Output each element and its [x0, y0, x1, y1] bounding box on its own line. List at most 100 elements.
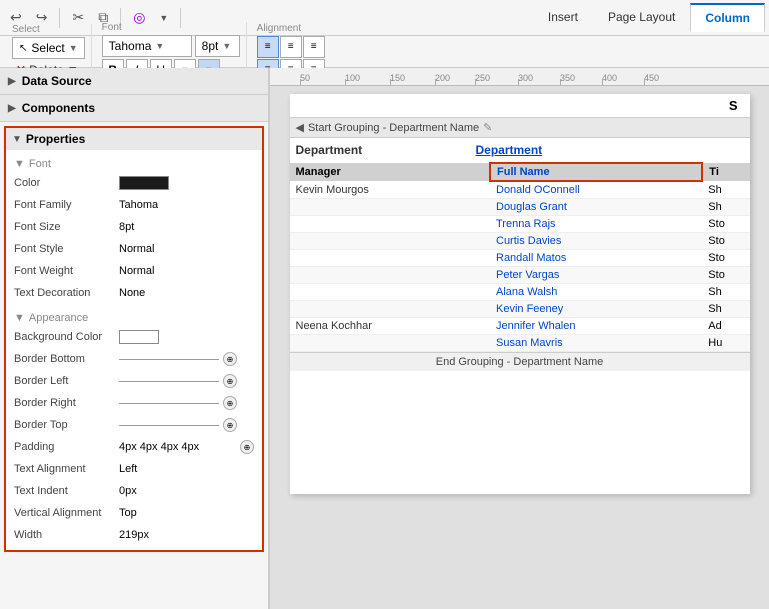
cell-fullname: Peter Vargas — [490, 267, 702, 284]
padding-label: Padding — [14, 441, 119, 453]
data-source-header[interactable]: ▶ Data Source — [0, 68, 268, 94]
ruler-tick-100 — [345, 79, 346, 85]
header-text: S — [729, 98, 742, 113]
select-dropdown[interactable]: ↖ Select ▼ — [12, 37, 85, 59]
border-bottom-label: Border Bottom — [14, 353, 119, 365]
group-header: ◀ Start Grouping - Department Name ✎ — [290, 117, 750, 138]
properties-title: ▼ Properties — [6, 128, 262, 150]
cell-fullname: Jennifer Whalen — [490, 318, 702, 335]
bg-color-swatch[interactable] — [119, 330, 159, 344]
font-value: Tahoma — [109, 39, 152, 53]
cell-manager — [290, 216, 491, 233]
font-arrow: ▼ — [155, 41, 164, 51]
border-right-controls: ⊕ — [119, 396, 237, 410]
end-group-row: End Grouping - Department Name — [290, 352, 750, 371]
align-right-top[interactable]: ≡ — [303, 36, 325, 58]
cell-title: Ad — [702, 318, 749, 335]
cell-fullname: Kevin Feeney — [490, 301, 702, 318]
table-row: Alana Walsh Sh — [290, 284, 750, 301]
col-fullname[interactable]: Full Name — [490, 163, 702, 181]
ruler-mark-50: 50 — [300, 73, 310, 83]
font-family-row: Font Family Tahoma — [10, 194, 258, 216]
properties-panel: ▼ Properties ▼ Font Color Font Family Ta… — [4, 126, 264, 552]
dept-col1: Department — [290, 140, 470, 160]
select-controls: ↖ Select ▼ — [12, 37, 85, 59]
padding-row: Padding 4px 4px 4px 4px ⊕ — [10, 436, 258, 458]
text-decoration-value: None — [119, 287, 254, 299]
font-group-header: ▼ Font — [10, 154, 258, 172]
cell-title: Sh — [702, 181, 749, 199]
components-label: Components — [22, 101, 95, 115]
align-left-top[interactable]: ≡ — [257, 36, 279, 58]
appearance-group-header: ▼ Appearance — [10, 308, 258, 326]
tab-insert[interactable]: Insert — [533, 3, 593, 32]
size-value: 8pt — [202, 39, 219, 53]
text-decoration-row: Text Decoration None — [10, 282, 258, 304]
font-label: Font — [102, 22, 240, 33]
ruler-tick-150 — [390, 79, 391, 85]
text-indent-label: Text Indent — [14, 485, 119, 497]
format-toolbar: Select ↖ Select ▼ ✕ Delete ▼ Font Tahoma… — [0, 36, 769, 68]
font-triangle: ▼ — [14, 158, 25, 170]
padding-value: 4px 4px 4px 4px — [119, 441, 240, 453]
text-align-label: Text Alignment — [14, 463, 119, 475]
tab-page-layout[interactable]: Page Layout — [593, 3, 690, 32]
ruler-mark-450: 450 — [644, 73, 659, 83]
components-section: ▶ Components — [0, 95, 268, 122]
size-dropdown[interactable]: 8pt ▼ — [195, 35, 240, 57]
tab-column[interactable]: Column — [690, 3, 765, 32]
vertical-align-label: Vertical Alignment — [14, 507, 119, 519]
components-header[interactable]: ▶ Components — [0, 95, 268, 121]
ruler-mark-400: 400 — [602, 73, 617, 83]
cell-manager: Kevin Mourgos — [290, 181, 491, 199]
cell-fullname: Donald OConnell — [490, 181, 702, 199]
bg-color-label: Background Color — [14, 331, 119, 343]
border-bottom-line — [119, 359, 219, 360]
table-row: Douglas Grant Sh — [290, 199, 750, 216]
font-size-label: Font Size — [14, 221, 119, 233]
right-panel: 50 100 150 200 250 300 350 400 450 S — [270, 68, 769, 609]
font-dropdown[interactable]: Tahoma ▼ — [102, 35, 192, 57]
text-decoration-label: Text Decoration — [14, 287, 119, 299]
ruler-tick-50 — [300, 79, 301, 85]
ruler-tick-450 — [644, 79, 645, 85]
table-header-row: Manager Full Name Ti — [290, 163, 750, 181]
width-value: 219px — [119, 529, 254, 541]
border-right-label: Border Right — [14, 397, 119, 409]
table-row: Kevin Feeney Sh — [290, 301, 750, 318]
color-label: Color — [14, 177, 119, 189]
cell-manager — [290, 267, 491, 284]
components-triangle: ▶ — [8, 103, 16, 114]
tab-bar: Insert Page Layout Column — [533, 3, 765, 32]
table-row: Peter Vargas Sto — [290, 267, 750, 284]
cell-fullname: Trenna Rajs — [490, 216, 702, 233]
border-left-icon[interactable]: ⊕ — [223, 374, 237, 388]
font-weight-label: Font Weight — [14, 265, 119, 277]
font-style-label: Font Style — [14, 243, 119, 255]
vertical-align-row: Vertical Alignment Top — [10, 502, 258, 524]
color-swatch[interactable] — [119, 176, 169, 190]
ruler-mark-350: 350 — [560, 73, 575, 83]
font-size-row: Font Size 8pt — [10, 216, 258, 238]
alignment-label: Alignment — [257, 23, 325, 34]
ruler-tick-400 — [602, 79, 603, 85]
text-align-row: Text Alignment Left — [10, 458, 258, 480]
border-top-icon[interactable]: ⊕ — [223, 418, 237, 432]
props-triangle: ▼ — [12, 134, 22, 145]
cell-fullname: Curtis Davies — [490, 233, 702, 250]
padding-icon[interactable]: ⊕ — [240, 440, 254, 454]
appearance-triangle: ▼ — [14, 312, 25, 324]
text-indent-row: Text Indent 0px — [10, 480, 258, 502]
border-top-row: Border Top ⊕ — [10, 414, 258, 436]
select-arrow: ▼ — [69, 43, 78, 53]
align-center-top[interactable]: ≡ — [280, 36, 302, 58]
cell-title: Sto — [702, 233, 749, 250]
main-layout: ▶ Data Source ▶ Components ▼ Properties … — [0, 68, 769, 609]
border-bottom-icon[interactable]: ⊕ — [223, 352, 237, 366]
size-arrow: ▼ — [222, 41, 231, 51]
vertical-align-value: Top — [119, 507, 254, 519]
edit-icon[interactable]: ✎ — [483, 121, 492, 134]
border-right-icon[interactable]: ⊕ — [223, 396, 237, 410]
border-bottom-controls: ⊕ — [119, 352, 237, 366]
table-row: Randall Matos Sto — [290, 250, 750, 267]
